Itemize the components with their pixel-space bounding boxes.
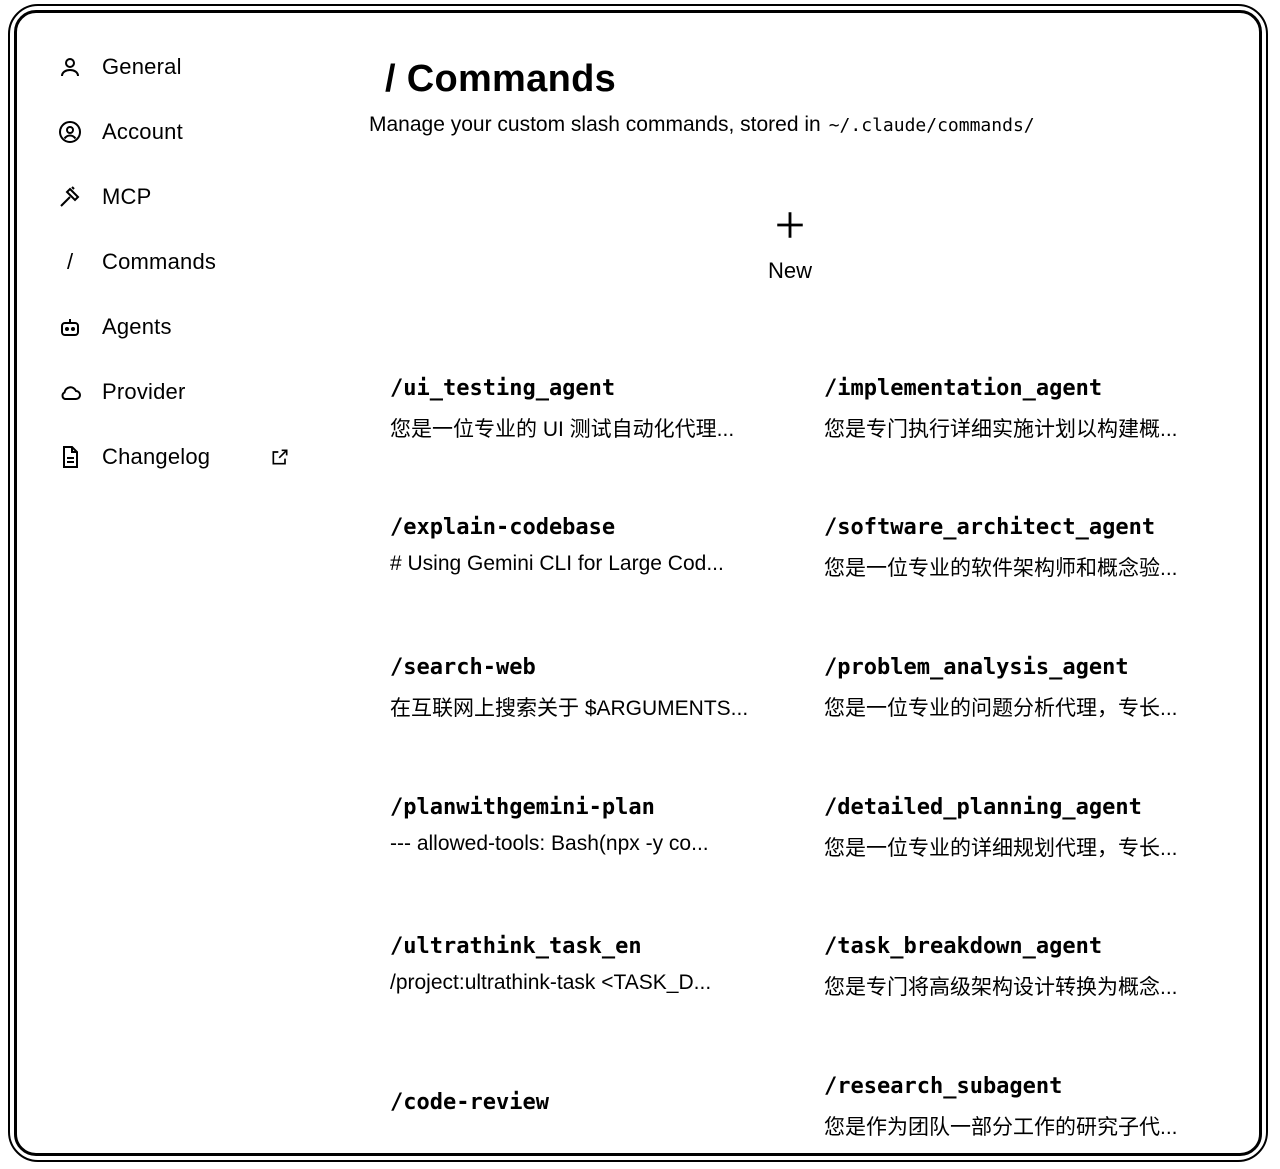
page-subtitle: Manage your custom slash commands, store… [369,113,1035,137]
commands-path: ~/.claude/commands/ [828,115,1035,136]
plus-icon [777,212,803,238]
sidebar-item-label: Commands [102,249,217,274]
command-card[interactable]: /ui_testing_agent 您是一位专业的 UI 测试自动化代理... [390,376,770,443]
command-card[interactable]: /problem_analysis_agent 您是一位专业的问题分析代理，专长… [824,655,1204,722]
command-card[interactable]: /explain-codebase # Using Gemini CLI for… [390,515,770,576]
command-description: 您是一位专业的问题分析代理，专长... [824,697,1178,720]
command-description: 您是专门执行详细实施计划以构建概... [824,418,1178,441]
command-name: /detailed_planning_agent [824,795,1142,820]
page-title: / Commands [385,58,617,100]
command-name: /software_architect_agent [824,515,1156,540]
command-name: /ui_testing_agent [390,376,616,401]
cloud-icon [56,378,84,406]
sidebar-item-label: Agents [102,314,172,339]
hammer-icon [56,183,84,211]
command-name: /search-web [390,655,536,680]
sidebar-item-mcp[interactable]: MCP [56,175,296,219]
command-description: 您是专门将高级架构设计转换为概念... [824,976,1178,999]
page-header: / Commands [385,58,616,101]
user-icon [56,53,84,81]
sidebar-item-label: Account [102,119,183,144]
account-circle-icon [56,118,84,146]
subtitle-text: Manage your custom slash commands, store… [369,113,821,136]
new-command-button[interactable]: New [750,208,830,298]
command-description: /project:ultrathink-task <TASK_D... [390,971,712,994]
command-description: 您是一位专业的详细规划代理，专长... [824,837,1178,860]
sidebar-item-commands[interactable]: / Commands [56,240,296,284]
command-card[interactable]: /ultrathink_task_en /project:ultrathink-… [390,934,770,995]
command-name: /research_subagent [824,1074,1063,1099]
command-card[interactable]: /research_subagent 您是作为团队一部分工作的研究子代... [824,1074,1204,1141]
sidebar-item-label: Changelog [102,444,211,469]
command-name: /ultrathink_task_en [390,934,642,959]
document-icon [56,443,84,471]
sidebar-item-changelog[interactable]: Changelog [56,435,296,479]
sidebar-item-label: Provider [102,379,186,404]
sidebar-item-account[interactable]: Account [56,110,296,154]
sidebar-item-agents[interactable]: Agents [56,305,296,349]
command-card[interactable]: /software_architect_agent 您是一位专业的软件架构师和概… [824,515,1204,582]
command-description: --- allowed-tools: Bash(npx -y co... [390,832,709,855]
command-card[interactable]: /search-web 在互联网上搜索关于 $ARGUMENTS... [390,655,770,722]
command-card[interactable]: /code-review [390,1090,770,1115]
command-name: /implementation_agent [824,376,1103,401]
sidebar-item-general[interactable]: General [56,45,296,89]
sidebar-item-label: MCP [102,184,152,209]
command-description: 您是作为团队一部分工作的研究子代... [824,1116,1178,1139]
app-window: General Account MCP / Commands Agents Pr… [0,0,1280,1169]
command-name: /problem_analysis_agent [824,655,1129,680]
command-description: 在互联网上搜索关于 $ARGUMENTS... [390,697,749,720]
command-name: /task_breakdown_agent [824,934,1103,959]
command-card[interactable]: /planwithgemini-plan --- allowed-tools: … [390,795,770,856]
command-name: /explain-codebase [390,515,616,540]
command-name: /planwithgemini-plan [390,795,655,820]
command-card[interactable]: /task_breakdown_agent 您是专门将高级架构设计转换为概念..… [824,934,1204,1001]
robot-icon [56,313,84,341]
command-description: # Using Gemini CLI for Large Cod... [390,552,724,575]
command-description: 您是一位专业的软件架构师和概念验... [824,557,1178,580]
external-link-icon [272,449,288,465]
command-description: 您是一位专业的 UI 测试自动化代理... [390,418,735,441]
sidebar-item-label: General [102,54,182,79]
command-card[interactable]: /detailed_planning_agent 您是一位专业的详细规划代理，专… [824,795,1204,862]
command-card[interactable]: /implementation_agent 您是专门执行详细实施计划以构建概..… [824,376,1204,443]
new-button-label: New [767,258,812,283]
sidebar-item-provider[interactable]: Provider [56,370,296,414]
command-name: /code-review [390,1090,549,1115]
slash-icon: / [66,249,74,274]
